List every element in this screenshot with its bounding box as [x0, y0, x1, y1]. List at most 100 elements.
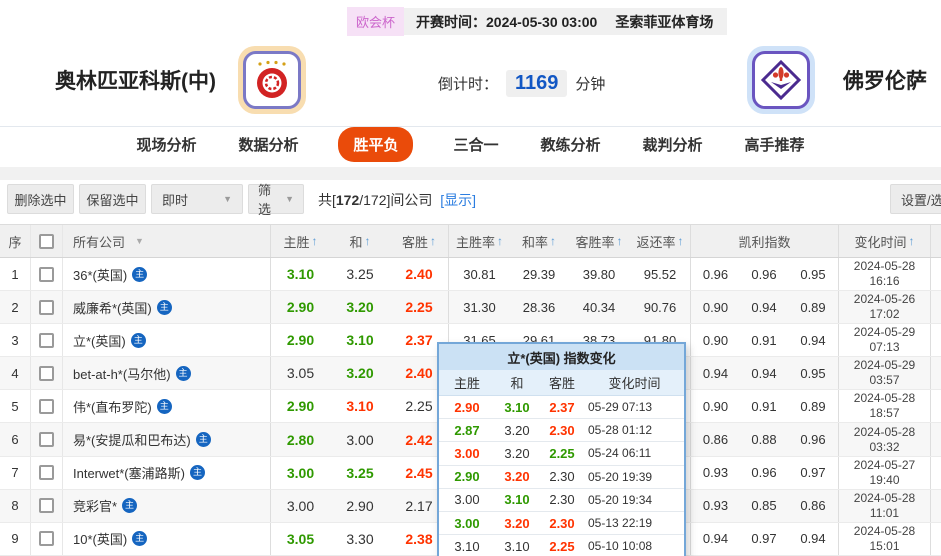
popup-change-time: 05-29 07:13: [588, 400, 653, 415]
chevron-down-icon: ▼: [223, 194, 232, 204]
row-checkbox[interactable]: [39, 498, 54, 514]
company-cell[interactable]: bet-at-h*(马尔他) 主: [62, 357, 270, 390]
host-company-icon: 主: [132, 266, 148, 282]
col-time-sort[interactable]: 变化时间 ↑: [838, 225, 930, 257]
company-name[interactable]: Interwet*(塞浦路斯): [73, 463, 185, 482]
tab[interactable]: 裁判分析: [641, 127, 705, 162]
tab[interactable]: 三合一: [451, 127, 500, 162]
company-cell[interactable]: 36*(英国) 主: [62, 258, 270, 291]
row-checkbox[interactable]: [39, 365, 54, 381]
draw-odds: 3.00: [346, 431, 374, 448]
popup-change-time: 05-28 01:12: [588, 423, 653, 438]
popup-win-odds: 3.00: [454, 492, 480, 508]
win-odds: 3.05: [270, 522, 330, 555]
sort-up-icon: ↑: [430, 234, 436, 248]
company-cell[interactable]: 易*(安提瓜和巴布达) 主: [62, 423, 270, 456]
company-name[interactable]: 易*(安提瓜和巴布达): [73, 430, 191, 449]
row-checkbox[interactable]: [39, 266, 54, 282]
separator-strip: [0, 167, 941, 180]
kelly-win: 0.94: [690, 522, 740, 555]
row-checkbox[interactable]: [39, 398, 54, 414]
company-cell[interactable]: 立*(英国) 主: [62, 324, 270, 357]
col-win-sort[interactable]: 主胜 ↑: [270, 225, 330, 257]
col-lose-rate-sort[interactable]: 客胜率 ↑: [568, 225, 630, 257]
col-lose-sort[interactable]: 客胜 ↑: [390, 225, 448, 257]
filter-dropdown[interactable]: 筛选 ▼: [248, 183, 304, 217]
extra-cell: [930, 291, 941, 324]
home-team-logo: [238, 46, 306, 114]
tab[interactable]: 教练分析: [539, 127, 603, 162]
kelly-win: 0.90: [690, 390, 740, 423]
popup-win-odds: 3.00: [454, 515, 480, 531]
popup-title: 立*(英国) 指数变化: [439, 344, 684, 370]
row-index: 5: [11, 398, 19, 414]
popup-row: 2.90 3.20 2.30 05-20 19:39: [439, 466, 684, 489]
kelly-lose: 0.86: [800, 498, 826, 514]
away-team-logo: [747, 46, 815, 114]
kelly-draw: 0.91: [751, 332, 777, 348]
row-index: 7: [11, 465, 19, 481]
tab[interactable]: 高手推荐: [743, 127, 807, 162]
draw-odds: 3.25: [346, 266, 374, 283]
host-company-icon: 主: [195, 432, 211, 448]
col-payout-sort[interactable]: 返还率 ↑: [630, 225, 690, 257]
change-time: 2024-05-26 17:02: [838, 291, 930, 324]
win-rate: 30.81: [448, 258, 510, 291]
col-company[interactable]: 所有公司 ▼: [62, 225, 270, 257]
popup-draw-odds: 3.10: [504, 492, 530, 508]
extra-cell: [930, 357, 941, 390]
lose-rate: 40.34: [582, 299, 616, 315]
draw-odds: 3.10: [346, 398, 374, 415]
sort-up-icon: ↑: [616, 234, 623, 248]
kelly-draw: 0.91: [751, 398, 777, 414]
row-checkbox[interactable]: [39, 531, 54, 547]
row-checkbox[interactable]: [39, 332, 54, 348]
company-name[interactable]: 立*(英国): [73, 331, 126, 350]
popup-draw-odds: 3.20: [504, 469, 530, 485]
odds-change-popup: 立*(英国) 指数变化 主胜 和 客胜 变化时间 2.90 3.10 2.37 …: [437, 342, 686, 556]
win-odds: 2.90: [270, 390, 330, 423]
company-cell[interactable]: 威廉希*(英国) 主: [62, 291, 270, 324]
tab[interactable]: 数据分析: [236, 127, 300, 162]
live-odds-dropdown[interactable]: 即时 ▼: [151, 184, 243, 214]
col-draw-rate-sort[interactable]: 和率 ↑: [510, 225, 568, 257]
col-draw-sort[interactable]: 和 ↑: [330, 225, 390, 257]
show-link[interactable]: [显示]: [440, 192, 476, 208]
popup-change-time: 05-20 19:39: [588, 469, 653, 484]
company-name[interactable]: 威廉希*(英国): [73, 298, 152, 317]
row-checkbox[interactable]: [39, 432, 54, 448]
win-odds: 2.90: [270, 291, 330, 324]
kickoff-time: 开赛时间：2024-05-30 03:00: [416, 13, 598, 30]
tab[interactable]: 胜平负: [338, 127, 414, 162]
kelly-draw: 0.85: [751, 498, 777, 514]
sort-up-icon: ↑: [677, 234, 684, 248]
popup-change-time: 05-24 06:11: [588, 446, 652, 461]
company-cell[interactable]: Interwet*(塞浦路斯) 主: [62, 456, 270, 489]
company-name[interactable]: 竞彩官*: [73, 496, 117, 515]
popup-lose-odds: 2.30: [549, 492, 575, 508]
delete-selected-button[interactable]: 删除选中: [7, 184, 74, 214]
settings-select-button[interactable]: 设置/选择: [890, 184, 941, 214]
olympiacos-crest-icon: [257, 60, 287, 98]
company-name[interactable]: 伟*(直布罗陀): [73, 397, 152, 416]
kelly-lose: 0.89: [800, 299, 826, 315]
select-all-checkbox[interactable]: [39, 233, 54, 249]
keep-selected-button[interactable]: 保留选中: [79, 184, 146, 214]
company-name[interactable]: 36*(英国): [73, 265, 127, 284]
chevron-down-icon: ▼: [135, 236, 144, 246]
draw-rate: 29.39: [522, 266, 556, 282]
tab[interactable]: 现场分析: [134, 127, 198, 162]
company-cell[interactable]: 竞彩官* 主: [62, 489, 270, 522]
col-win-rate-sort[interactable]: 主胜率 ↑: [448, 225, 510, 257]
company-cell[interactable]: 伟*(直布罗陀) 主: [62, 390, 270, 423]
company-name[interactable]: bet-at-h*(马尔他): [73, 364, 171, 383]
row-checkbox[interactable]: [39, 465, 54, 481]
extra-cell: [930, 423, 941, 456]
row-checkbox[interactable]: [39, 299, 54, 315]
change-time: 2024-05-28 03:32: [838, 423, 930, 456]
kelly-lose: 0.94: [800, 531, 826, 547]
company-cell[interactable]: 10*(英国) 主: [62, 522, 270, 555]
popup-lose-odds: 2.25: [549, 538, 575, 554]
company-name[interactable]: 10*(英国): [73, 529, 127, 548]
kelly-win: 0.86: [690, 423, 740, 456]
